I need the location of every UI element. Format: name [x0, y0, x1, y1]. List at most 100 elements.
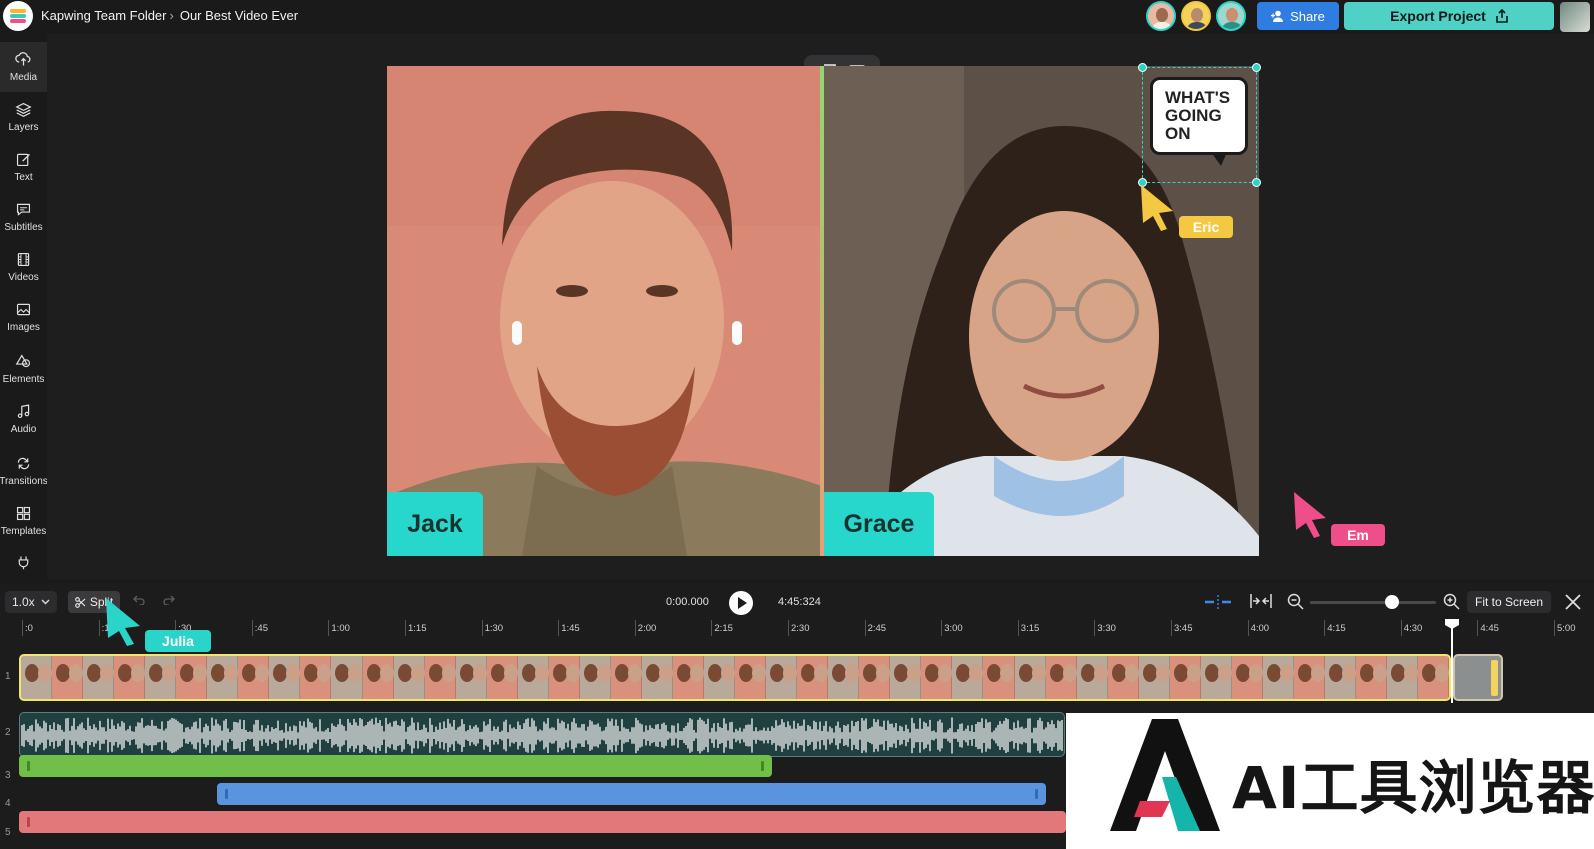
sidebar-item-label: Text [14, 172, 33, 183]
project-title[interactable]: Our Best Video Ever [180, 8, 298, 23]
sidebar-item-label: Templates [0, 526, 47, 537]
video-thumbnail [269, 656, 301, 699]
resize-handle[interactable] [1252, 178, 1261, 187]
video-track-end-clip[interactable] [1453, 654, 1503, 701]
user-profile-thumbnail[interactable] [1560, 2, 1590, 32]
sidebar-item-transitions[interactable]: Transitions [0, 446, 48, 496]
clip-trim-handle[interactable] [27, 761, 30, 771]
close-timeline-button[interactable] [1563, 592, 1583, 612]
add-user-icon [1271, 10, 1284, 22]
sidebar-item-label: Transitions [0, 476, 48, 487]
cursor-arrow-icon [106, 598, 140, 646]
ruler-tick [941, 620, 943, 636]
clip-trim-handle[interactable] [1035, 789, 1038, 799]
nametag-jack-label: Jack [407, 509, 463, 538]
audio-track[interactable] [19, 712, 1065, 757]
ruler-tick-label: 4:15 [1327, 623, 1346, 634]
nametag-grace[interactable]: Grace [824, 492, 934, 556]
chevron-down-icon [41, 599, 50, 605]
video-thumbnail [890, 656, 922, 699]
ruler-tick-label: :0 [25, 623, 33, 634]
redo-button[interactable] [163, 593, 175, 608]
sidebar-item-elements[interactable]: Elements [0, 344, 47, 394]
sidebar-item-images[interactable]: Images [0, 292, 47, 342]
sidebar-item-media[interactable]: Media [0, 42, 47, 92]
ruler-tick [481, 620, 483, 636]
track-number: 5 [5, 827, 11, 838]
sidebar-item-layers[interactable]: Layers [0, 92, 47, 142]
ruler-tick [634, 620, 636, 636]
fit-label: Fit to Screen [1474, 595, 1544, 609]
video-thumbnail [610, 656, 642, 699]
sidebar-item-videos[interactable]: Videos [0, 242, 47, 292]
cursor-name: Em [1347, 527, 1369, 543]
video-thumbnail [1200, 656, 1232, 699]
green-element-track[interactable] [19, 755, 772, 777]
speech-bubble-sticker[interactable]: WHAT'S GOING ON [1150, 77, 1248, 166]
ruler-tick [1171, 620, 1172, 636]
kapwing-editor: Kapwing Team Folder › Our Best Video Ever … [0, 0, 1594, 849]
video-thumbnail [238, 656, 270, 699]
blue-element-track[interactable] [217, 783, 1046, 805]
video-thumbnail [21, 656, 53, 699]
ruler-tick-label: 3:00 [944, 623, 963, 634]
fit-to-screen-button[interactable]: Fit to Screen [1467, 591, 1551, 613]
ruler-tick [788, 620, 789, 636]
cursor-label-em: Em [1331, 524, 1385, 546]
video-thumbnail [331, 656, 363, 699]
export-label: Export Project [1390, 8, 1486, 24]
clip-trim-handle[interactable] [225, 789, 228, 799]
sidebar-item-text[interactable]: Text [0, 142, 47, 192]
sidebar-item-plugins[interactable] [0, 548, 47, 576]
cursor-label-julia: Julia [145, 630, 211, 652]
resize-handle[interactable] [1252, 63, 1261, 72]
playback-speed-select[interactable]: 1.0x [5, 591, 57, 613]
shapes-icon [15, 354, 31, 368]
redo-icon [163, 595, 175, 606]
red-element-track[interactable] [19, 811, 1066, 833]
avatar[interactable] [1181, 1, 1211, 31]
zoom-out-button[interactable] [1287, 593, 1304, 615]
clip-trim-handle[interactable] [761, 761, 764, 771]
ruler-tick [328, 620, 330, 636]
avatar[interactable] [1216, 1, 1246, 31]
nametag-jack[interactable]: Jack [387, 492, 483, 556]
clip-trim-handle[interactable] [27, 817, 30, 827]
sidebar-item-audio[interactable]: Audio [0, 394, 47, 444]
sidebar-item-subtitles[interactable]: Subtitles [0, 192, 47, 242]
kapwing-logo-icon[interactable] [3, 1, 33, 31]
video-track[interactable] [19, 654, 1451, 701]
sidebar-item-label: Videos [8, 272, 39, 283]
resize-handle[interactable] [1138, 63, 1147, 72]
zoom-slider-track[interactable] [1310, 601, 1436, 604]
timeline-ruler[interactable]: :0:15:30:451:001:151:301:452:002:152:302… [0, 619, 1594, 641]
zoom-slider-handle[interactable] [1385, 595, 1399, 609]
breadcrumb-folder[interactable]: Kapwing Team Folder [41, 8, 167, 23]
video-clip-jack[interactable]: Jack [387, 66, 822, 556]
ruler-tick [1094, 620, 1096, 636]
snap-icon [1205, 595, 1231, 609]
video-thumbnail [921, 656, 953, 699]
subtitles-icon [16, 203, 31, 216]
video-thumbnail [83, 656, 115, 699]
jack-video-frame [387, 66, 822, 556]
ruler-tick-label: 2:30 [791, 623, 810, 634]
play-button[interactable] [729, 591, 753, 615]
avatar[interactable] [1146, 1, 1176, 31]
ruler-tick [22, 620, 23, 636]
left-sidebar: Media Layers Text Subtitles Videos Image… [0, 34, 48, 579]
ruler-tick-label: 2:00 [637, 623, 657, 634]
video-thumbnail [145, 656, 177, 699]
audio-waveform [21, 717, 1063, 754]
video-thumbnail [1387, 656, 1419, 699]
zoom-in-button[interactable] [1443, 593, 1460, 615]
fit-clips-button[interactable] [1249, 593, 1273, 614]
breadcrumb-separator: › [169, 8, 174, 23]
sidebar-item-templates[interactable]: Templates [0, 496, 47, 546]
snap-toggle-button[interactable] [1205, 594, 1231, 615]
share-button[interactable]: Share [1257, 2, 1339, 30]
export-project-button[interactable]: Export Project [1344, 2, 1554, 30]
clip-trim-handle[interactable] [1491, 660, 1498, 696]
sidebar-item-label: Layers [8, 122, 39, 133]
ruler-tick-label: 3:30 [1097, 623, 1116, 634]
